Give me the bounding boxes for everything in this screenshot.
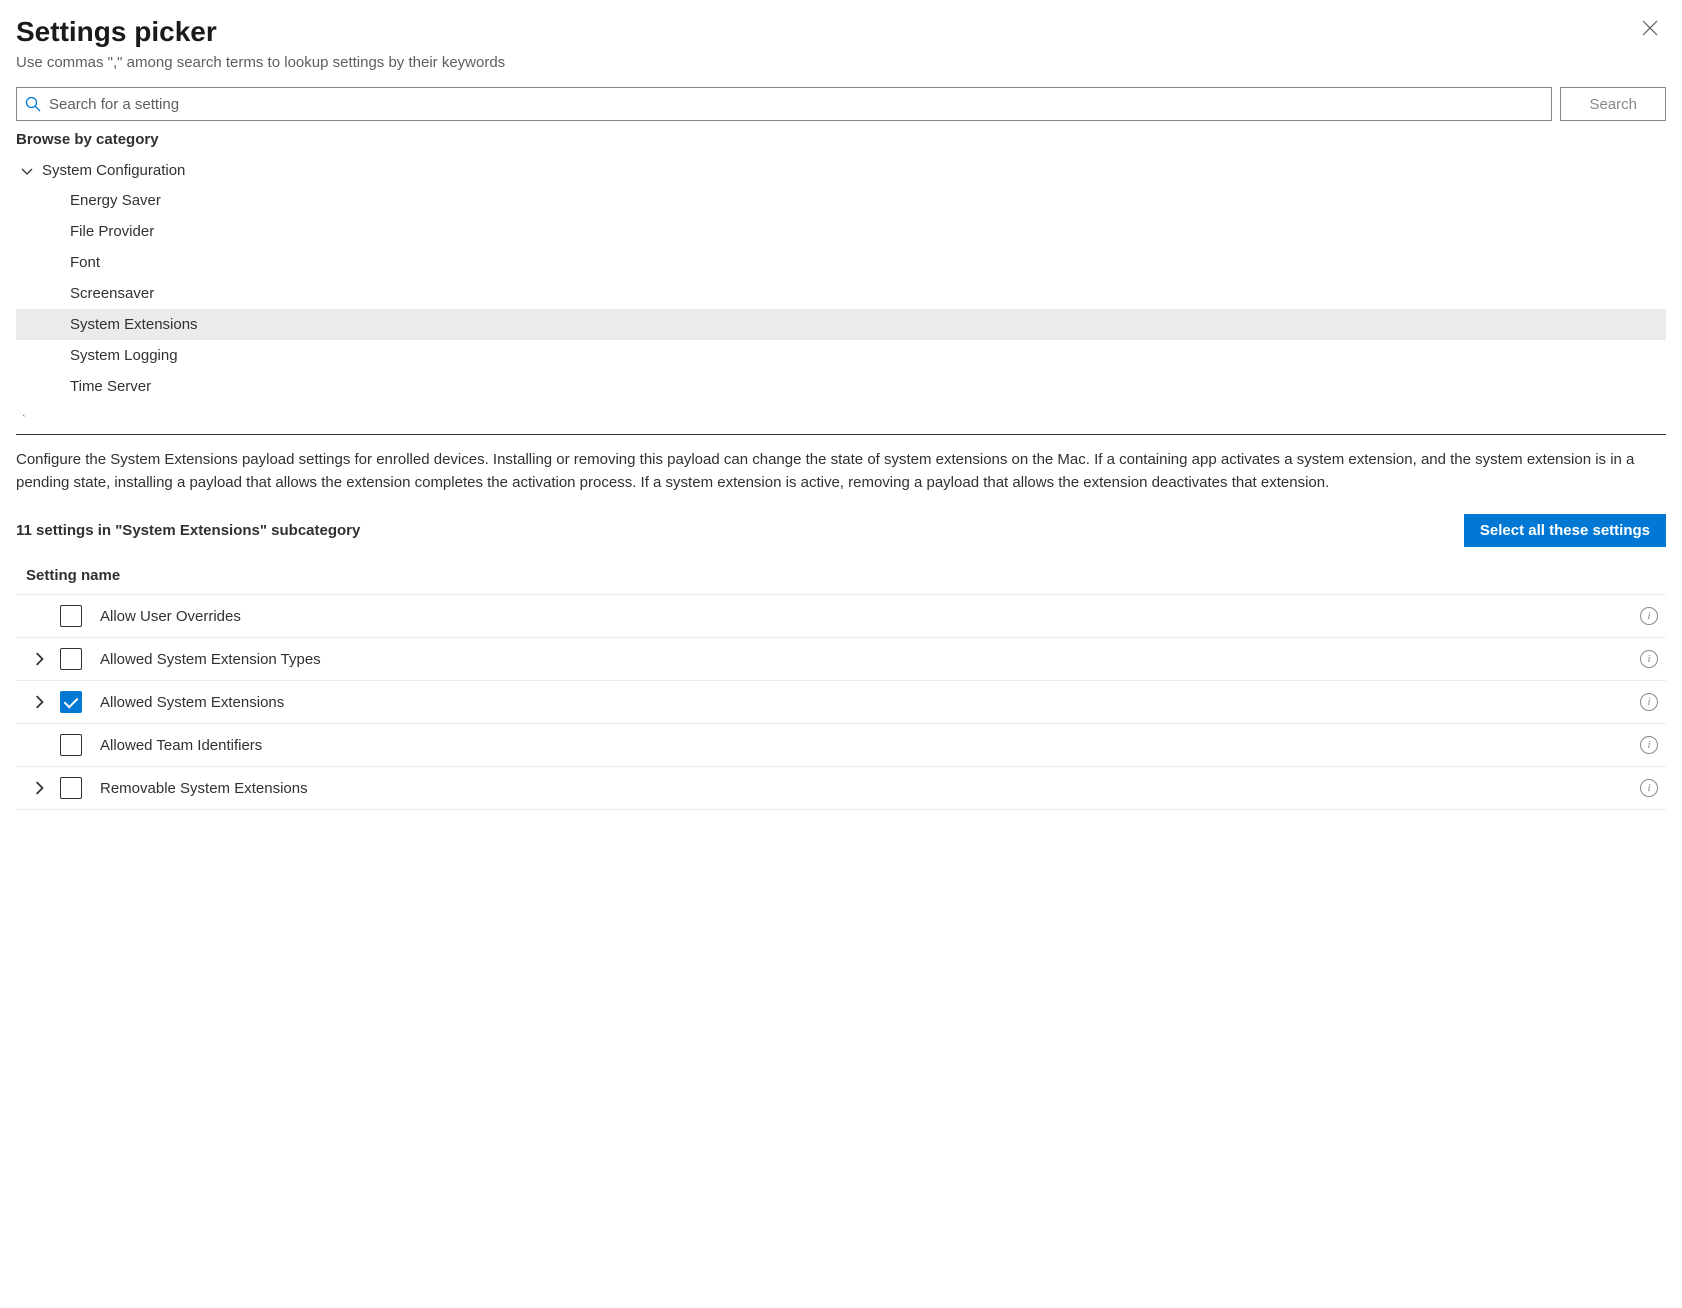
tree-item[interactable]: Screensaver [16,278,1666,309]
setting-label: Allowed System Extensions [100,694,1640,711]
setting-label: Removable System Extensions [100,780,1640,797]
tree-item[interactable]: System Extensions [16,309,1666,340]
setting-label: Allowed System Extension Types [100,651,1640,668]
chevron-down-icon [20,165,34,177]
setting-row: Allowed System Extension Typesi [16,638,1666,681]
setting-row: Allowed System Extensionsi [16,681,1666,724]
select-all-button[interactable]: Select all these settings [1464,514,1666,547]
tree-category-label: System Configuration [42,162,185,179]
info-icon[interactable]: i [1640,607,1658,625]
expand-toggle[interactable] [24,652,54,666]
info-icon[interactable]: i [1640,736,1658,754]
tree-item[interactable]: File Provider [16,216,1666,247]
tree-item[interactable]: Energy Saver [16,185,1666,216]
search-icon [25,96,41,112]
setting-checkbox[interactable] [60,734,82,756]
tree-category-system-configuration[interactable]: System Configuration [16,156,1666,185]
setting-label: Allowed Team Identifiers [100,737,1640,754]
chevron-right-icon [32,652,46,666]
close-icon [1642,20,1658,36]
tree-item[interactable]: Time Server [16,371,1666,402]
expand-toggle[interactable] [24,781,54,795]
expand-toggle[interactable] [24,695,54,709]
category-description: Configure the System Extensions payload … [16,449,1666,494]
info-icon[interactable]: i [1640,650,1658,668]
setting-checkbox[interactable] [60,605,82,627]
setting-checkbox[interactable] [60,777,82,799]
page-title: Settings picker [16,16,505,48]
chevron-right-icon [32,781,46,795]
settings-count-label: 11 settings in "System Extensions" subca… [16,522,360,539]
setting-checkbox[interactable] [60,648,82,670]
browse-by-category-label: Browse by category [16,131,1666,148]
setting-label: Allow User Overrides [100,608,1640,625]
truncation-mark: ` [16,414,1666,426]
setting-row: Removable System Extensionsi [16,767,1666,810]
info-icon[interactable]: i [1640,693,1658,711]
setting-row: Allow User Overridesi [16,595,1666,638]
close-button[interactable] [1634,16,1666,43]
search-input[interactable] [49,96,1543,113]
search-box[interactable] [16,87,1552,121]
info-icon[interactable]: i [1640,779,1658,797]
setting-row: Allowed Team Identifiersi [16,724,1666,767]
chevron-right-icon [32,695,46,709]
tree-item[interactable]: Font [16,247,1666,278]
tree-item[interactable]: System Logging [16,340,1666,371]
divider [16,434,1666,435]
page-subtitle: Use commas "," among search terms to loo… [16,54,505,71]
search-button[interactable]: Search [1560,87,1666,121]
column-header-setting-name: Setting name [16,561,1666,595]
setting-checkbox[interactable] [60,691,82,713]
category-tree: System Configuration Energy SaverFile Pr… [16,156,1666,402]
